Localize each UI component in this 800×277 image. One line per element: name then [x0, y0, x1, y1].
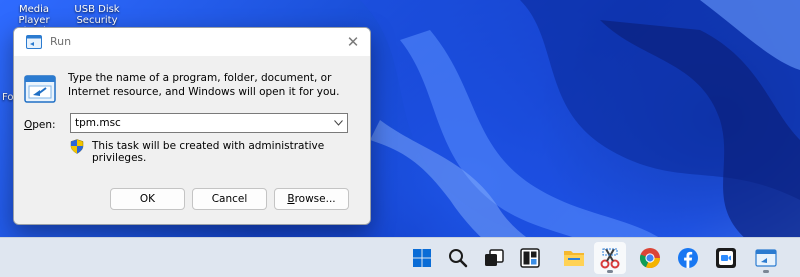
ok-button[interactable]: OK — [110, 188, 185, 210]
run-app-icon — [755, 249, 777, 267]
file-explorer-button[interactable] — [558, 242, 590, 274]
instructions-text: Type the name of a program, folder, docu… — [68, 72, 340, 98]
running-indicator — [607, 270, 613, 273]
uac-shield-icon — [70, 139, 84, 154]
browse-button[interactable]: Browse... — [274, 188, 349, 210]
taskbar — [0, 237, 800, 277]
run-dialog-titlebar[interactable]: Run ✕ — [14, 28, 370, 56]
chrome-button[interactable] — [634, 242, 666, 274]
run-dialog: Run ✕ Type the name of a program, folder… — [13, 27, 371, 225]
run-large-icon — [24, 75, 56, 103]
dialog-title: Run — [50, 35, 72, 48]
snipping-tool-button[interactable] — [594, 242, 626, 274]
search-button[interactable] — [442, 242, 474, 274]
facebook-button[interactable] — [672, 242, 704, 274]
zoom-icon — [716, 248, 736, 268]
close-icon: ✕ — [346, 33, 360, 51]
chrome-icon — [639, 248, 661, 269]
desktop-icon-label-fragment: Fo — [2, 92, 14, 103]
snipping-tool-icon — [600, 248, 620, 269]
open-combobox[interactable] — [70, 113, 348, 133]
close-button[interactable]: ✕ — [336, 28, 370, 56]
task-view-icon — [485, 249, 504, 266]
dropdown-button[interactable] — [329, 114, 347, 132]
chevron-down-icon — [333, 120, 343, 126]
run-app-icon — [26, 35, 42, 49]
task-view-button[interactable] — [478, 242, 510, 274]
zoom-button[interactable] — [710, 242, 742, 274]
open-input[interactable] — [71, 114, 329, 132]
file-explorer-icon — [564, 251, 584, 266]
desktop-icon-usb-disk-security[interactable]: USB Disk Security — [70, 4, 124, 26]
running-indicator — [763, 270, 769, 273]
desktop-icon-label: Security — [76, 15, 118, 26]
admin-privileges-note: This task will be created with administr… — [92, 140, 325, 164]
start-button[interactable] — [406, 242, 438, 274]
widgets-icon — [520, 248, 540, 268]
open-label: Open: — [24, 119, 56, 131]
cancel-button[interactable]: Cancel — [192, 188, 267, 210]
desktop-icon-label: Media Player — [18, 4, 50, 26]
search-icon — [449, 249, 468, 268]
facebook-icon — [678, 248, 698, 268]
run-taskbar-button[interactable] — [750, 242, 782, 274]
widgets-button[interactable] — [514, 242, 546, 274]
desktop-icon-label: USB Disk — [74, 4, 120, 15]
start-icon — [413, 249, 431, 267]
run-dialog-body: Type the name of a program, folder, docu… — [14, 56, 370, 224]
